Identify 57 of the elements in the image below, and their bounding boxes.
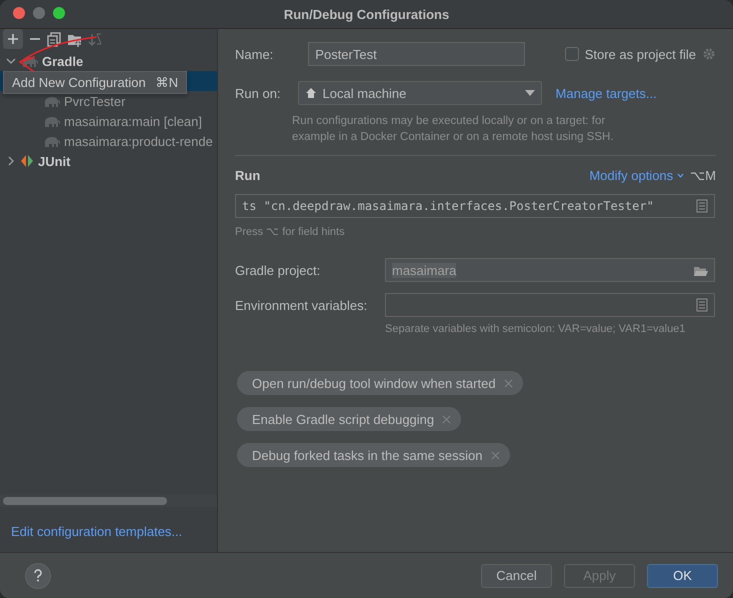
shortcut-text: ⌘N bbox=[156, 75, 178, 90]
hint-text: Press ⌥ for field hints bbox=[235, 225, 346, 240]
environment-variables-field[interactable] bbox=[385, 293, 715, 317]
remove-icon[interactable] bbox=[504, 378, 513, 388]
ok-button[interactable]: OK bbox=[647, 564, 718, 588]
run-on-dropdown[interactable]: Local machine bbox=[298, 81, 542, 105]
help-button[interactable] bbox=[25, 562, 51, 588]
gradle-project-field[interactable]: masaimara bbox=[385, 258, 715, 282]
tree-item[interactable]: PvrcTester bbox=[0, 91, 217, 111]
checkbox-label: Store as project file bbox=[584, 46, 696, 62]
tree-item[interactable]: JUnit bbox=[38, 154, 70, 168]
tree-item[interactable]: masaimara:main [clean] bbox=[0, 111, 217, 131]
elephant-icon bbox=[42, 94, 60, 108]
caret-icon bbox=[524, 90, 535, 96]
gradle-project-label: Gradle project: bbox=[235, 262, 322, 278]
elephant-icon bbox=[42, 134, 60, 148]
gear-icon[interactable] bbox=[702, 47, 716, 61]
collapse-chevron-icon[interactable] bbox=[6, 56, 16, 66]
command-field[interactable]: ts "cn.deepdraw.masaimara.interfaces.PosterCreatorTester" bbox=[235, 194, 715, 218]
zoom-button[interactable] bbox=[53, 7, 65, 19]
remove-icon[interactable] bbox=[490, 450, 500, 460]
home-icon bbox=[304, 87, 317, 99]
close-button[interactable] bbox=[13, 7, 25, 19]
name-label: Name: bbox=[235, 46, 274, 62]
tree-item[interactable]: Gradle bbox=[42, 54, 84, 68]
shortcut-text: ⌥M bbox=[690, 168, 716, 183]
document-icon[interactable] bbox=[696, 199, 708, 213]
expand-chevron-icon[interactable] bbox=[6, 156, 16, 166]
plus-icon bbox=[7, 33, 19, 45]
section-title: Run bbox=[235, 168, 260, 183]
modify-options-link[interactable]: Modify options bbox=[589, 168, 674, 183]
option-chip[interactable]: Enable Gradle script debugging bbox=[237, 407, 462, 431]
copy-button[interactable] bbox=[47, 32, 61, 46]
environment-variables-label: Environment variables: bbox=[235, 298, 368, 312]
dialog-button[interactable]: Cancel bbox=[481, 564, 552, 588]
option-chip[interactable]: Debug forked tasks in the same session bbox=[237, 443, 510, 467]
elephant-icon bbox=[42, 114, 60, 128]
help-icon bbox=[32, 569, 44, 582]
edit-templates-link[interactable]: Edit configuration templates... bbox=[0, 507, 182, 552]
hint-text: Run configurations may be executed locally or on a target: for example in a Docker Container or on a remote host using SSH. bbox=[292, 114, 615, 145]
hint-text: Separate variables with semicolon: VAR=value; VAR1=value1 bbox=[385, 322, 686, 337]
minimize-button[interactable] bbox=[33, 7, 45, 19]
manage-targets-link[interactable]: Manage targets... bbox=[556, 86, 657, 100]
junit-icon bbox=[20, 154, 34, 168]
scrollbar-thumb[interactable] bbox=[3, 497, 167, 505]
run-on-label: Run on: bbox=[235, 86, 281, 100]
remove-icon[interactable] bbox=[442, 414, 452, 424]
document-icon[interactable] bbox=[696, 298, 708, 312]
add-button[interactable] bbox=[3, 29, 23, 49]
window-title: Run/Debug Configurations bbox=[282, 6, 450, 22]
sort-button[interactable] bbox=[88, 32, 102, 46]
elephant-icon bbox=[20, 54, 38, 68]
tree-item[interactable]: masaimara:product-rende bbox=[0, 131, 217, 151]
option-chip[interactable]: Open run/debug tool window when started bbox=[237, 371, 523, 395]
checkbox[interactable] bbox=[564, 47, 579, 61]
name-field[interactable]: PosterTest bbox=[308, 42, 526, 66]
tooltip-text: Add New Configuration bbox=[12, 75, 146, 90]
